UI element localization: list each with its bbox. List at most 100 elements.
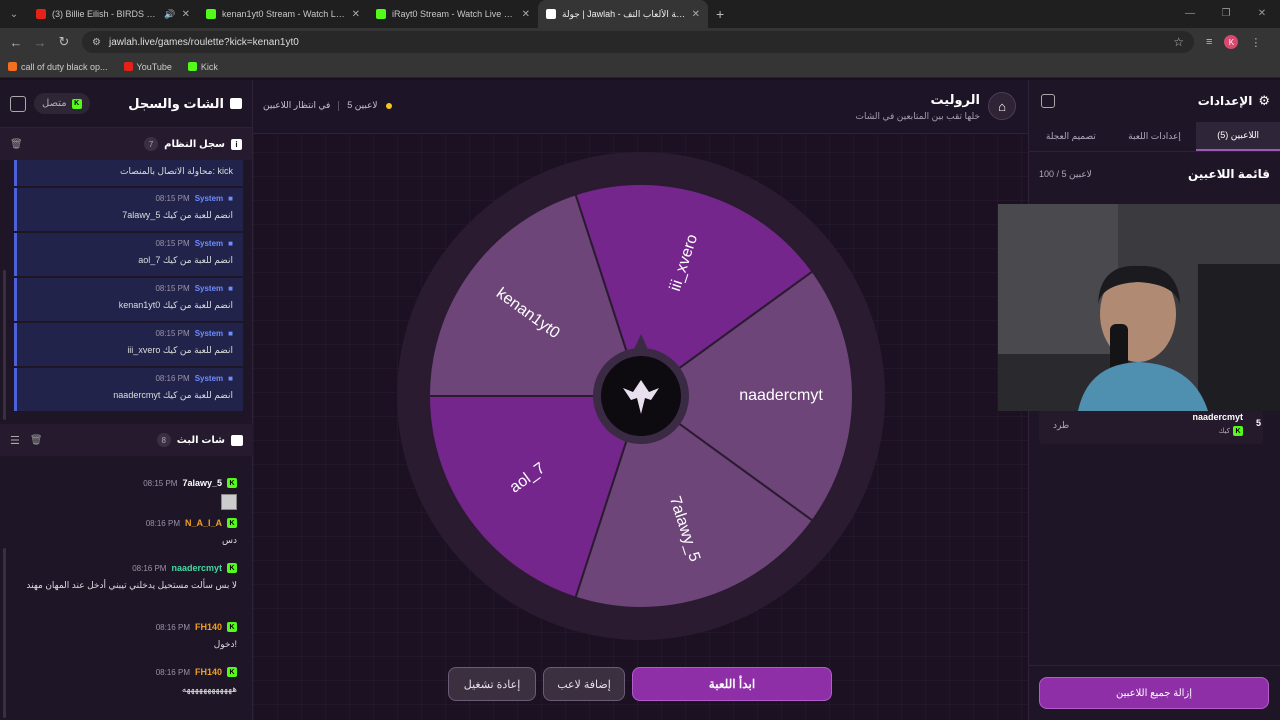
action-buttons: إعادة تشغيل إضافة لاعب ابدأ اللعبة — [448, 667, 832, 701]
webcam-overlay — [998, 204, 1280, 411]
kick-icon: K — [227, 518, 237, 528]
live-chat-header: ☰ 🗑 8 شات البث — [0, 424, 253, 456]
close-tab-icon[interactable]: ✕ — [182, 9, 190, 20]
menu-kebab-icon[interactable]: ⋮ — [1250, 36, 1261, 49]
cod-favicon-icon — [8, 62, 17, 71]
media-controls-icon[interactable]: ≡ — [1206, 36, 1212, 48]
trash-icon[interactable]: 🗑 — [10, 139, 23, 150]
tab-search-chevron-icon[interactable]: ⌄ — [0, 0, 28, 28]
site-info-icon[interactable]: ⚙ — [92, 37, 101, 48]
connection-status-badge: متصل K — [34, 93, 90, 114]
tab-players[interactable]: اللاعبين (5) — [1196, 122, 1280, 151]
bookmarks-bar: call of duty black op... YouTube Kick — [0, 56, 1280, 78]
scrollbar[interactable] — [3, 270, 6, 420]
roulette-wheel[interactable]: iii_xvero naadercmyt 7alawy_5 aol_7 kenan1yt… — [397, 152, 885, 640]
collapse-panel-icon[interactable] — [10, 95, 26, 112]
system-icon: ■ — [228, 194, 233, 203]
players-list-header: 100 / 5 لاعبين قائمة اللاعبين — [1029, 152, 1280, 196]
bookmark-star-icon[interactable]: ☆ — [1173, 35, 1184, 49]
live-chat-list[interactable]: 08:15 PM 7alawy_5 K 08:16 PM N_A_I_A K دس 08… — [0, 458, 253, 720]
collapse-panel-icon[interactable] — [1041, 94, 1055, 108]
browser-tab-2[interactable]: iRayt0 Stream - Watch Live on K ✕ — [368, 0, 538, 28]
clear-all-players-button[interactable]: إزالة جميع اللاعبين — [1039, 677, 1269, 709]
tab-wheel-design[interactable]: تصميم العجلة — [1029, 122, 1113, 151]
settings-header: الإعدادات ⚙ — [1029, 80, 1280, 122]
system-log-list[interactable]: محاولة الاتصال بالمنصات: kick 08:15 PM Sy… — [0, 160, 253, 422]
divider — [1029, 665, 1280, 666]
home-button[interactable]: ⌂ — [988, 92, 1016, 120]
system-log-header: 🗑 7 سجل النظام i — [0, 128, 252, 160]
browser-tab-0[interactable]: (3) Billie Eilish - BIRDS OF A 🔊 ✕ — [28, 0, 198, 28]
bookmark-cod[interactable]: call of duty black op... — [8, 62, 108, 72]
chat-bubble-icon — [230, 98, 242, 109]
system-icon: ■ — [228, 374, 233, 383]
close-window-icon[interactable]: ✕ — [1244, 0, 1280, 28]
webcam-image — [998, 204, 1280, 411]
url-text: jawlah.live/games/roulette?kick=kenan1yt… — [108, 36, 299, 48]
forward-icon[interactable]: → — [28, 35, 52, 50]
system-icon: ■ — [228, 284, 233, 293]
bookmark-kick[interactable]: Kick — [187, 62, 218, 72]
player-name: naadercmyt — [1192, 412, 1243, 422]
tab-game-settings[interactable]: إعدادات اللعبة — [1113, 122, 1197, 151]
chat-bubble-icon — [231, 434, 243, 446]
game-title-block: الروليت خلها تقب بين المتابعين في الشات — [855, 92, 980, 122]
kick-player-button[interactable]: طرد — [1053, 420, 1069, 431]
kick-favicon-icon — [376, 9, 386, 19]
kick-icon: K — [227, 667, 237, 677]
align-icon[interactable]: ☰ — [10, 434, 20, 447]
chat-panel-title: الشات والسجل — [128, 96, 242, 112]
chat-message: 08:16 PM FH140 K دخول! — [155, 622, 237, 649]
wheel-svg: iii_xveronaadercmyt7alawy_5aol_7kenan1yt… — [397, 152, 885, 640]
reload-icon[interactable]: ↻ — [52, 34, 76, 50]
back-icon[interactable]: ← — [4, 35, 28, 50]
browser-tab-bar: ⌄ (3) Billie Eilish - BIRDS OF A 🔊 ✕ kenan… — [0, 0, 1280, 28]
system-icon: ■ — [228, 329, 233, 338]
speaker-icon[interactable]: 🔊 — [164, 9, 175, 20]
live-chat-title: شات البث — [176, 434, 225, 446]
player-index: 5 — [1255, 418, 1261, 428]
players-count: 100 / 5 لاعبين — [1039, 168, 1092, 179]
minimize-icon[interactable]: — — [1172, 0, 1208, 28]
browser-tab-3[interactable]: جولة | Jawlah - منصة الألعاب التف ✕ — [538, 0, 708, 28]
players-list-title: قائمة اللاعبين — [1187, 167, 1270, 181]
new-tab-icon[interactable]: + — [716, 6, 724, 22]
scrollbar[interactable] — [3, 548, 6, 718]
kick-icon: K — [71, 98, 82, 109]
profile-avatar[interactable]: K — [1224, 35, 1239, 49]
youtube-favicon-icon — [36, 9, 46, 19]
close-tab-icon[interactable]: ✕ — [692, 9, 700, 20]
game-status: في انتظار اللاعبين 5 لاعبين — [263, 100, 392, 111]
player-platform: كيك K — [1219, 426, 1243, 436]
list-item: 08:15 PM System ■ 7alawy_5 انضم للعبة من كي… — [14, 188, 243, 231]
list-item: محاولة الاتصال بالمنصات: kick — [14, 160, 243, 186]
restart-button[interactable]: إعادة تشغيل — [448, 667, 536, 701]
kick-icon: K — [227, 622, 237, 632]
url-input[interactable]: ⚙ jawlah.live/games/roulette?kick=kenan1… — [82, 31, 1194, 53]
close-tab-icon[interactable]: ✕ — [352, 9, 360, 20]
emote-image — [10, 494, 237, 514]
settings-title: الإعدادات ⚙ — [1197, 93, 1270, 108]
maximize-icon[interactable]: ❐ — [1208, 0, 1244, 28]
wheel-segment-label: naadercmyt — [739, 387, 823, 404]
close-tab-icon[interactable]: ✕ — [522, 9, 530, 20]
list-item: 08:16 PM System ■ naadercmyt انضم للعبة من … — [14, 368, 243, 411]
info-icon: i — [231, 138, 242, 150]
kick-icon: K — [227, 478, 237, 488]
emote-icon — [221, 494, 237, 510]
chat-message: 08:16 PM FH140 K ههههههههههههه — [155, 667, 237, 694]
game-area: في انتظار اللاعبين 5 لاعبين الروليت خلها… — [253, 80, 1028, 720]
game-header: في انتظار اللاعبين 5 لاعبين الروليت خلها… — [253, 80, 1028, 134]
list-item: 08:15 PM System ■ kenan1yt0 انضم للعبة من ك… — [14, 278, 243, 321]
bookmark-youtube[interactable]: YouTube — [123, 62, 172, 72]
kick-favicon-icon — [187, 62, 197, 71]
chat-message: 08:15 PM 7alawy_5 K — [0, 458, 253, 518]
trash-icon[interactable]: 🗑 — [30, 435, 43, 446]
start-game-button[interactable]: ابدأ اللعبة — [632, 667, 832, 701]
address-bar: ← → ↻ ⚙ jawlah.live/games/roulette?kick=… — [0, 28, 1280, 56]
add-player-button[interactable]: إضافة لاعب — [543, 667, 625, 701]
live-chat-section: ☰ 🗑 8 شات البث — [0, 424, 253, 456]
list-item: 08:15 PM System ■ iii_xvero انضم للعبة من ك… — [14, 323, 243, 366]
browser-tab-1[interactable]: kenan1yt0 Stream - Watch Live ✕ — [198, 0, 368, 28]
settings-tabs: تصميم العجلة إعدادات اللعبة اللاعبين (5) — [1029, 122, 1280, 152]
